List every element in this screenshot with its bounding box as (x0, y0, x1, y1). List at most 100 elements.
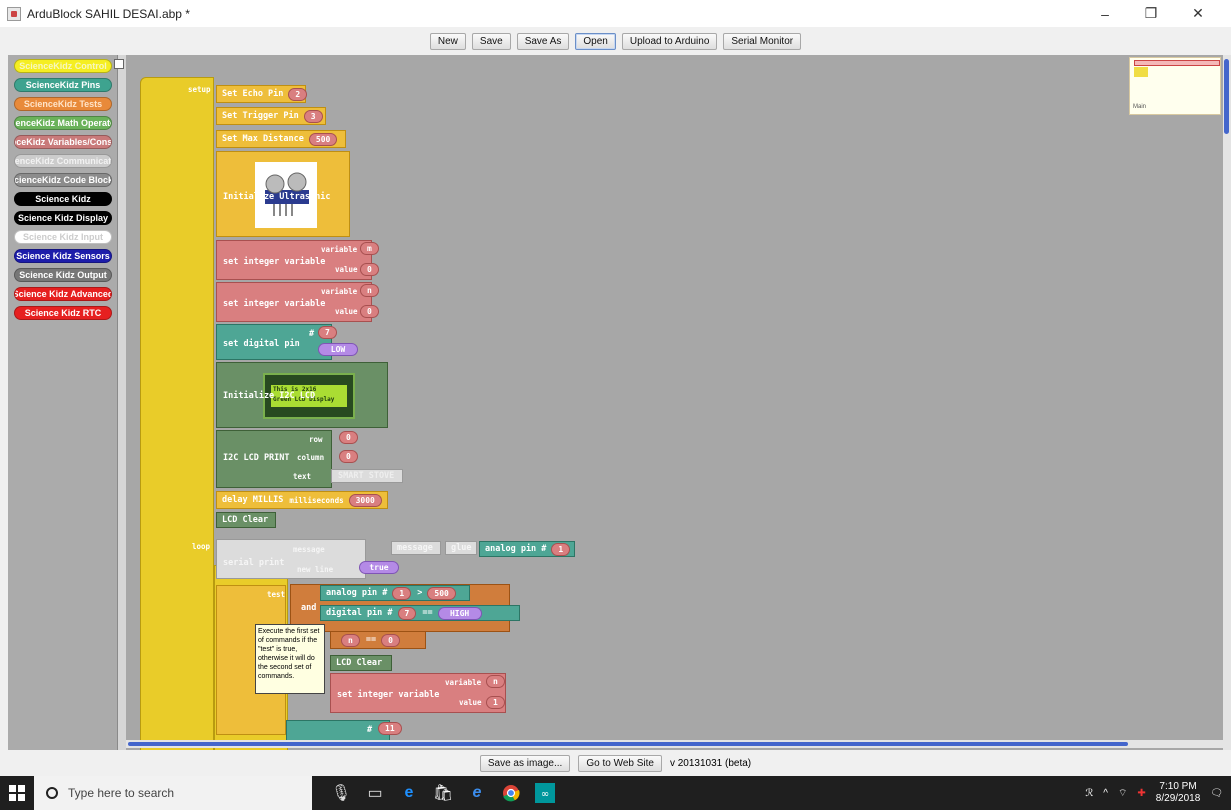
upload-to-arduino-button[interactable]: Upload to Arduino (621, 32, 718, 50)
cond2-pin[interactable]: 7 (397, 606, 417, 620)
set-int-n-variable-value[interactable]: n (360, 284, 379, 297)
minimap-strip (1134, 60, 1220, 66)
svg-text:∞: ∞ (541, 789, 549, 800)
setup-block[interactable] (140, 77, 214, 750)
open-button[interactable]: Open (575, 32, 616, 50)
people-icon[interactable]: ℛ (1085, 788, 1093, 799)
battery-alert-icon[interactable]: ✚ (1137, 788, 1145, 799)
split-pane-divider[interactable] (114, 55, 126, 750)
cond-analog-pin-block[interactable]: analog pin # 1 > 500 (320, 585, 470, 601)
lcd-print-block[interactable]: I2C LCD PRINT row column text (216, 430, 332, 488)
search-placeholder: Type here to search (68, 786, 175, 800)
edge-icon[interactable]: e (392, 776, 426, 810)
system-tray: ℛ ^ ⌔ ✚ 7:10 PM 8/29/2018 🗨 (1085, 776, 1223, 810)
lcd-print-row-value[interactable]: 0 (339, 431, 358, 444)
set-max-distance-label: Set Max Distance (222, 134, 304, 144)
category-math-operators[interactable]: ScienceKidz Math Operators (14, 116, 112, 130)
microphone-icon[interactable]: 🎙 (324, 776, 358, 810)
initialize-lcd-label: Initialize I2C LCD (223, 391, 316, 401)
collapse-icon[interactable] (114, 59, 124, 69)
category-sensors[interactable]: Science Kidz Sensors (14, 249, 112, 263)
set-int-m-value[interactable]: 0 (360, 263, 379, 276)
category-code-blocks[interactable]: ScienceKidz Code Blocks (14, 173, 112, 187)
category-display[interactable]: Science Kidz Display (14, 211, 112, 225)
set-int-n-value[interactable]: 0 (360, 305, 379, 318)
close-button[interactable]: ✕ (1175, 0, 1221, 27)
category-rtc[interactable]: Science Kidz RTC (14, 306, 112, 320)
glue-label[interactable]: glue (445, 541, 477, 555)
serial-print-block[interactable]: serial print message new line (216, 539, 366, 579)
new-button[interactable]: New (429, 32, 466, 50)
task-view-icon[interactable]: ▭ (358, 776, 392, 810)
serial-monitor-button[interactable]: Serial Monitor (723, 32, 802, 50)
store-icon[interactable]: 🛍 (426, 776, 460, 810)
echo-pin-value[interactable]: 2 (288, 87, 308, 101)
minimize-button[interactable]: – (1082, 0, 1128, 27)
category-science-kidz[interactable]: Science Kidz (14, 192, 112, 206)
serial-newline-value[interactable]: true (359, 561, 399, 574)
block-canvas[interactable]: Main setup Set Echo Pin 2 Set Trigger Pin… (126, 55, 1223, 750)
category-input[interactable]: Science Kidz Input (14, 230, 112, 244)
set-echo-pin-block[interactable]: Set Echo Pin 2 (216, 85, 308, 103)
loop-set-int-variable[interactable]: n (486, 675, 505, 688)
go-to-website-button[interactable]: Go to Web Site (578, 754, 662, 772)
maximize-button[interactable]: ❐ (1128, 0, 1174, 27)
lcd-clear-setup-block[interactable]: LCD Clear (216, 512, 276, 528)
vertical-scrollbar[interactable] (1223, 55, 1231, 750)
delay-millis-block[interactable]: delay MILLIS milliseconds 3000 (216, 491, 388, 509)
cond-n-equals-block[interactable]: n == 0 (330, 631, 426, 649)
category-output[interactable]: Science Kidz Output (14, 268, 112, 282)
if-test-label: test (267, 590, 286, 599)
lcd-print-column-value[interactable]: 0 (339, 450, 358, 463)
set-trigger-pin-block[interactable]: Set Trigger Pin 3 (216, 107, 326, 125)
category-variables-constants[interactable]: ScienceKidz Variables/Constants (14, 135, 112, 149)
category-communication[interactable]: ScienceKidz Communication (14, 154, 112, 168)
cond1-pin[interactable]: 1 (392, 586, 412, 600)
horizontal-scroll-thumb[interactable] (128, 742, 1128, 746)
set-int-m-variable-value[interactable]: m (360, 242, 379, 255)
ie-icon[interactable]: e (460, 776, 494, 810)
chrome-icon[interactable] (494, 776, 528, 810)
cond-digital-pin-block[interactable]: digital pin # 7 == HIGH (320, 605, 520, 621)
bottom-pin-value[interactable]: 11 (378, 722, 402, 735)
cond1-value[interactable]: 500 (427, 586, 456, 600)
category-pins[interactable]: ScienceKidz Pins (14, 78, 112, 92)
notification-icon[interactable]: 🗨 (1210, 788, 1223, 799)
category-advanced[interactable]: Science Kidz Advanced (14, 287, 112, 301)
cond3-var[interactable]: n (341, 633, 360, 647)
horizontal-scrollbar[interactable] (126, 740, 1223, 748)
minimap[interactable]: Main (1129, 57, 1221, 115)
loop-set-int-variable-block[interactable]: set integer variable variable n value 1 (330, 673, 506, 713)
category-tests[interactable]: ScienceKidz Tests (14, 97, 112, 111)
loop-set-int-value[interactable]: 1 (486, 696, 505, 709)
max-distance-value[interactable]: 500 (308, 132, 338, 146)
set-int-variable-m-block[interactable]: set integer variable variable m value 0 (216, 240, 379, 280)
save-button[interactable]: Save (471, 32, 511, 50)
glue-message-value[interactable]: message (391, 541, 441, 555)
save-as-button[interactable]: Save As (516, 32, 570, 50)
vertical-scroll-thumb[interactable] (1224, 59, 1229, 134)
cond2-value[interactable]: HIGH (437, 606, 482, 620)
digital-pin-state[interactable]: LOW (318, 343, 358, 356)
serial-analog-pin-value[interactable]: 1 (551, 542, 571, 556)
lcd-clear-loop-block[interactable]: LCD Clear (330, 655, 392, 671)
trigger-pin-value[interactable]: 3 (303, 109, 323, 123)
start-button[interactable] (0, 776, 34, 810)
digital-pin-number[interactable]: 7 (318, 326, 337, 339)
arduino-icon[interactable]: ∞ (528, 776, 562, 810)
clock[interactable]: 7:10 PM 8/29/2018 (1156, 781, 1201, 805)
serial-analog-pin-block[interactable]: analog pin # 1 (479, 541, 575, 557)
save-as-image-button[interactable]: Save as image... (479, 754, 571, 772)
wifi-icon[interactable]: ⌔ (1118, 787, 1127, 800)
cond3-value[interactable]: 0 (381, 633, 400, 647)
set-digital-pin-block[interactable]: set digital pin # 7 LOW (216, 324, 358, 360)
initialize-ultrasonic-block[interactable]: Initialize Ultrasonic (216, 151, 350, 237)
category-control[interactable]: ScienceKidz Control (14, 59, 112, 73)
delay-value[interactable]: 3000 (348, 493, 382, 507)
lcd-print-text-value[interactable]: SMART STOVE (331, 469, 403, 483)
set-int-variable-n-block[interactable]: set integer variable variable n value 0 (216, 282, 379, 322)
set-max-distance-block[interactable]: Set Max Distance 500 (216, 130, 346, 148)
chevron-up-icon[interactable]: ^ (1103, 788, 1108, 799)
initialize-lcd-block[interactable]: This is 2x16 Green LCD Display Initializ… (216, 362, 388, 428)
taskbar-search[interactable]: Type here to search (34, 776, 312, 810)
